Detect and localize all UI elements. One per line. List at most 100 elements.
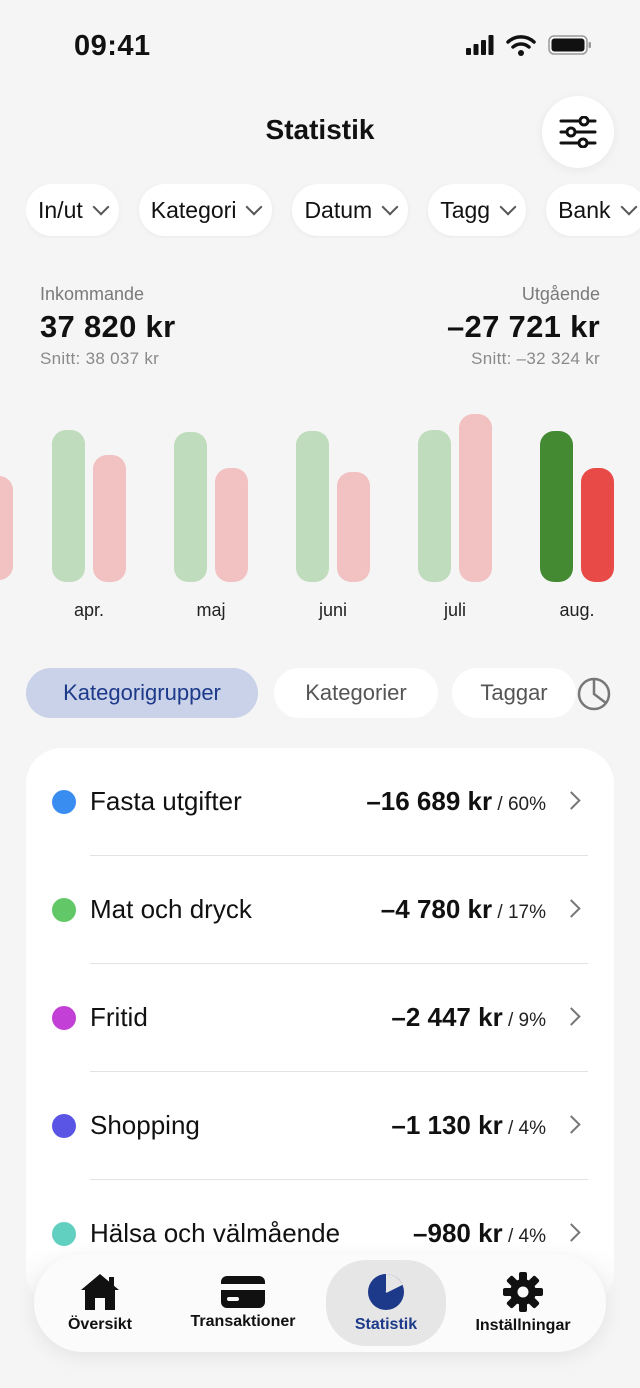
chip-label: Bank xyxy=(558,196,611,223)
category-row[interactable]: Mat och dryck –4 780 kr / 17% xyxy=(26,856,614,964)
chevron-down-icon xyxy=(499,198,517,216)
category-color-dot xyxy=(52,790,76,814)
grouping-segmented-control: Kategorigrupper Kategorier Taggar xyxy=(26,668,626,720)
chevron-right-icon xyxy=(562,1115,581,1134)
bar-expense-2[interactable] xyxy=(337,472,370,582)
chevron-right-icon xyxy=(562,791,581,810)
incoming-average: Snitt: 38 037 kr xyxy=(40,349,160,368)
chevron-down-icon xyxy=(92,198,110,216)
category-amount-wrap: –980 kr / 4% xyxy=(413,1218,546,1249)
sliders-icon xyxy=(559,116,597,148)
tab-statistics[interactable]: Statistik xyxy=(326,1260,446,1346)
category-percent: / 4% xyxy=(502,1226,546,1247)
category-name: Hälsa och välmående xyxy=(90,1218,341,1248)
month-label: maj xyxy=(196,600,226,620)
status-time: 09:41 xyxy=(74,30,151,62)
outgoing-value: –27 721 kr xyxy=(447,309,600,344)
tab-settings[interactable]: Inställningar xyxy=(464,1254,582,1352)
category-row[interactable]: Fritid –2 447 kr / 9% xyxy=(26,964,614,1072)
category-percent: / 4% xyxy=(502,1118,546,1139)
category-amount: –16 689 kr xyxy=(366,786,493,816)
chevron-right-icon xyxy=(562,1007,581,1026)
bar-income-1[interactable] xyxy=(174,432,207,582)
bar-expense-3[interactable] xyxy=(459,414,492,582)
tab-overview[interactable]: Översikt xyxy=(48,1254,152,1352)
chip-label: Kategori xyxy=(150,196,237,223)
category-row[interactable]: Shopping –1 130 kr / 4% xyxy=(26,1072,614,1180)
chevron-down-icon xyxy=(381,198,399,216)
category-color-dot xyxy=(52,1006,76,1030)
category-row[interactable]: Fasta utgifter –16 689 kr / 60% xyxy=(26,748,614,856)
tab-label: Statistik xyxy=(354,1316,418,1333)
category-amount: –1 130 kr xyxy=(391,1110,503,1140)
category-percent: / 60% xyxy=(492,794,546,815)
category-name: Mat och dryck xyxy=(90,894,252,924)
chip-label: In/ut xyxy=(38,196,83,223)
category-amount: –2 447 kr xyxy=(391,1002,503,1032)
tab-category-groups[interactable]: Kategorigrupper xyxy=(26,668,258,718)
month-label: aug. xyxy=(559,600,595,620)
filter-chip-date[interactable]: Datum xyxy=(292,184,409,236)
bar-expense-4[interactable] xyxy=(581,468,614,582)
category-color-dot xyxy=(52,1222,76,1246)
monthly-bar-chart[interactable]: apr. maj juni juli aug. xyxy=(0,400,640,640)
category-amount: –4 780 kr xyxy=(380,894,493,924)
filter-chip-bank[interactable]: Bank xyxy=(546,184,640,236)
chevron-right-icon xyxy=(562,899,581,918)
bar-income-3[interactable] xyxy=(418,430,451,582)
category-name: Fasta utgifter xyxy=(90,786,242,816)
status-bar: 09:41 xyxy=(0,0,640,96)
category-amount: –980 kr xyxy=(413,1218,503,1248)
category-amount-wrap: –16 689 kr / 60% xyxy=(366,786,546,817)
category-name: Fritid xyxy=(90,1002,148,1032)
incoming-value: 37 820 kr xyxy=(40,309,176,344)
incoming-label: Inkommande xyxy=(40,284,145,304)
filter-chip-in-out[interactable]: In/ut xyxy=(26,184,119,236)
category-amount-wrap: –4 780 kr / 17% xyxy=(381,894,546,925)
signal-icon xyxy=(466,35,494,55)
chevron-right-icon xyxy=(562,1223,581,1242)
month-label: apr. xyxy=(73,600,105,620)
month-label: juni xyxy=(318,600,348,620)
pie-chart-icon xyxy=(368,1274,404,1310)
tab-label: Transaktioner xyxy=(190,1313,296,1330)
chevron-down-icon xyxy=(620,198,637,216)
status-icons xyxy=(466,34,592,56)
chip-label: Tagg xyxy=(440,196,491,223)
bar-income-0[interactable] xyxy=(52,430,85,582)
category-percent: / 17% xyxy=(492,902,546,923)
bar-income-4[interactable] xyxy=(540,431,573,582)
wifi-icon xyxy=(506,35,536,56)
tab-categories[interactable]: Kategorier xyxy=(274,668,438,718)
bar-expense-0[interactable] xyxy=(93,455,126,582)
category-percent: / 9% xyxy=(502,1010,546,1031)
chevron-down-icon xyxy=(245,198,263,216)
pie-chart-icon[interactable] xyxy=(576,676,612,712)
home-icon xyxy=(81,1274,119,1310)
gear-icon xyxy=(503,1272,543,1312)
category-group-list: Fasta utgifter –16 689 kr / 60% Mat och dr… xyxy=(26,748,614,1308)
filter-chip-tag[interactable]: Tagg xyxy=(428,184,527,236)
chip-label: Datum xyxy=(304,196,373,223)
tab-label: Översikt xyxy=(67,1316,133,1333)
category-color-dot xyxy=(52,1114,76,1138)
filter-settings-button[interactable] xyxy=(542,96,614,168)
outgoing-summary: Utgående –27 721 kr Snitt: –32 324 kr xyxy=(447,284,600,369)
category-amount-wrap: –2 447 kr / 9% xyxy=(391,1002,546,1033)
card-icon xyxy=(221,1276,265,1308)
outgoing-label: Utgående xyxy=(521,284,600,304)
partial-bar-previous-month xyxy=(0,476,13,580)
filter-chips: In/ut Kategori Datum Tagg Bank xyxy=(26,184,640,238)
bottom-tab-bar: Översikt Transaktioner Statistik Inställ… xyxy=(34,1254,606,1352)
filter-chip-category[interactable]: Kategori xyxy=(138,184,273,236)
tab-transactions[interactable]: Transaktioner xyxy=(182,1254,304,1352)
category-name: Shopping xyxy=(90,1110,200,1140)
incoming-summary: Inkommande 37 820 kr Snitt: 38 037 kr xyxy=(40,284,175,369)
category-color-dot xyxy=(52,898,76,922)
bar-expense-1[interactable] xyxy=(215,468,248,582)
bar-income-2[interactable] xyxy=(296,431,329,582)
month-label: juli xyxy=(443,600,466,620)
category-amount-wrap: –1 130 kr / 4% xyxy=(391,1110,546,1141)
battery-icon xyxy=(548,35,591,55)
tab-tags[interactable]: Taggar xyxy=(452,668,576,718)
